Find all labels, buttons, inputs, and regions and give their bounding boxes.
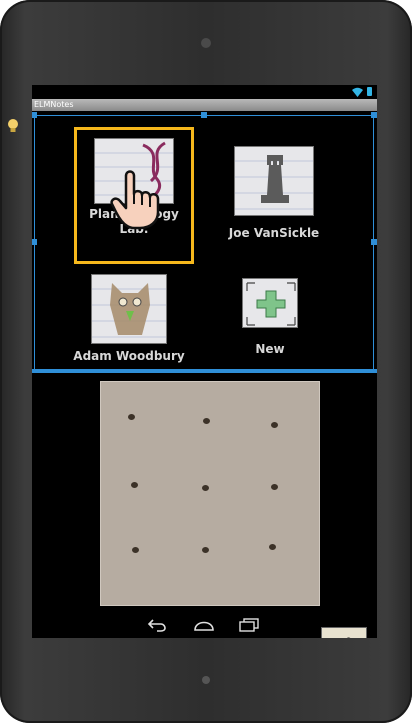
peg[interactable] bbox=[271, 484, 278, 490]
peg-board[interactable] bbox=[100, 381, 320, 606]
contact-name: New bbox=[255, 342, 285, 356]
resize-handle-top-right[interactable] bbox=[371, 112, 377, 118]
resize-handle-top-center[interactable] bbox=[201, 112, 207, 118]
peg[interactable] bbox=[271, 422, 278, 428]
peg[interactable] bbox=[132, 547, 139, 553]
device-screen: ELMNotes Plant Biology Lab. bbox=[32, 85, 377, 638]
device-indicator-dot bbox=[202, 676, 210, 684]
resize-handle-middle-right[interactable] bbox=[371, 239, 377, 245]
battery-icon bbox=[367, 87, 372, 96]
contact-tile-joe-vansickle[interactable]: Joe VanSickle bbox=[218, 146, 330, 241]
recent-apps-icon[interactable] bbox=[239, 618, 259, 632]
peg[interactable] bbox=[203, 418, 210, 424]
game-board-panel bbox=[32, 373, 377, 638]
wifi-icon bbox=[352, 87, 363, 97]
back-arrow-icon[interactable] bbox=[147, 618, 167, 632]
resize-handle-middle-left[interactable] bbox=[32, 239, 37, 245]
peg[interactable] bbox=[202, 547, 209, 553]
contact-name: Joe VanSickle bbox=[228, 226, 320, 240]
add-plus-icon bbox=[242, 278, 298, 328]
home-icon[interactable] bbox=[194, 618, 214, 632]
rook-chess-icon bbox=[234, 146, 314, 216]
lightbulb-icon bbox=[8, 119, 18, 132]
status-bar bbox=[32, 85, 377, 99]
app-title-bar: ELMNotes bbox=[32, 99, 377, 111]
contact-tile-new[interactable]: New bbox=[228, 278, 312, 357]
peg[interactable] bbox=[128, 414, 135, 420]
peg[interactable] bbox=[202, 485, 209, 491]
resize-handle-top-left[interactable] bbox=[32, 112, 37, 118]
peg[interactable] bbox=[269, 544, 276, 550]
front-camera bbox=[201, 38, 211, 48]
contact-name: Adam Woodbury bbox=[73, 349, 185, 363]
contact-tile-adam-woodbury[interactable]: Adam Woodbury bbox=[72, 274, 186, 364]
system-navigation-bar bbox=[32, 613, 377, 638]
tablet-device-frame: ELMNotes Plant Biology Lab. bbox=[0, 0, 412, 723]
pointer-hand-icon bbox=[110, 170, 160, 230]
owl-drawing-icon bbox=[91, 274, 167, 344]
peg[interactable] bbox=[131, 482, 138, 488]
app-title: ELMNotes bbox=[34, 100, 74, 109]
